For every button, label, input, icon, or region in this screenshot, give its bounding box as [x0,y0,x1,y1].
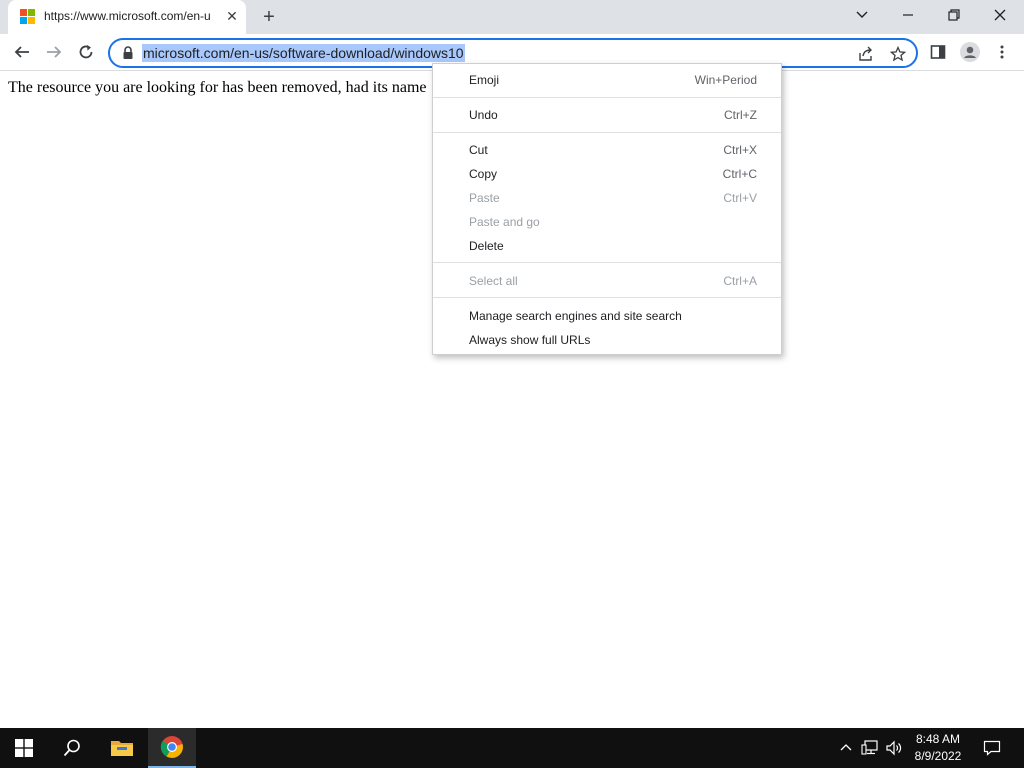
file-explorer-icon [111,741,133,756]
back-arrow-icon [14,46,29,58]
address-bar-url[interactable]: microsoft.com/en-us/software-download/wi… [142,44,465,62]
minimize-button[interactable] [888,4,928,28]
menu-item-paste[interactable]: Paste Ctrl+V [433,186,781,210]
menu-divider [433,132,781,133]
lock-icon[interactable] [122,46,134,60]
menu-divider [433,297,781,298]
windows-taskbar: 8:48 AM 8/9/2022 [0,728,1024,768]
search-icon [63,739,80,757]
menu-item-cut[interactable]: Cut Ctrl+X [433,138,781,162]
notification-icon[interactable] [982,738,1002,758]
menu-divider [433,262,781,263]
menu-item-emoji[interactable]: Emoji Win+Period [433,68,781,92]
menu-item-always-show-full-urls[interactable]: Always show full URLs [433,328,781,352]
tab-close-icon[interactable]: ✕ [224,8,240,24]
browser-menu-button[interactable] [988,38,1016,66]
side-panel-button[interactable] [924,38,952,66]
menu-item-copy[interactable]: Copy Ctrl+C [433,162,781,186]
error-message-text: The resource you are looking for has bee… [8,79,427,96]
volume-icon[interactable] [884,738,904,758]
back-button[interactable] [8,38,36,66]
menu-item-select-all[interactable]: Select all Ctrl+A [433,269,781,293]
forward-arrow-icon [47,46,62,58]
microsoft-logo-icon [20,9,36,25]
forward-button[interactable] [40,38,68,66]
close-window-button[interactable] [980,4,1020,28]
chevron-up-icon[interactable] [836,738,856,758]
menu-item-manage-search-engines[interactable]: Manage search engines and site search [433,304,781,328]
reload-icon [79,45,93,59]
share-icon[interactable] [856,44,876,64]
chrome-taskbar-button[interactable] [148,728,196,768]
tab-title: https://www.microsoft.com/en-u [44,9,211,23]
menu-divider [433,97,781,98]
menu-item-paste-and-go[interactable]: Paste and go [433,210,781,234]
profile-icon [960,42,980,62]
chrome-icon [160,736,183,758]
system-clock[interactable]: 8:48 AM 8/9/2022 [904,731,972,765]
menu-item-undo[interactable]: Undo Ctrl+Z [433,103,781,127]
start-button[interactable] [0,728,48,768]
file-explorer-button[interactable] [98,728,146,768]
side-panel-icon [930,45,946,59]
network-icon[interactable] [860,738,880,758]
restore-button[interactable] [934,4,974,28]
windows-start-icon [15,739,33,757]
star-icon[interactable] [888,44,908,64]
clock-time: 8:48 AM [915,732,961,746]
taskbar-search-button[interactable] [48,728,96,768]
reload-button[interactable] [72,38,100,66]
new-tab-button[interactable]: + [258,6,280,28]
address-bar-context-menu: Emoji Win+Period Undo Ctrl+Z Cut Ctrl+X … [432,63,782,355]
kebab-menu-icon [1000,45,1004,59]
tab-strip: https://www.microsoft.com/en-u ✕ + [0,0,1024,34]
browser-tab[interactable]: https://www.microsoft.com/en-u ✕ [8,0,246,34]
tab-search-chevron-icon[interactable] [842,4,882,28]
profile-button[interactable] [956,38,984,66]
menu-item-delete[interactable]: Delete [433,234,781,258]
clock-date: 8/9/2022 [914,749,962,763]
